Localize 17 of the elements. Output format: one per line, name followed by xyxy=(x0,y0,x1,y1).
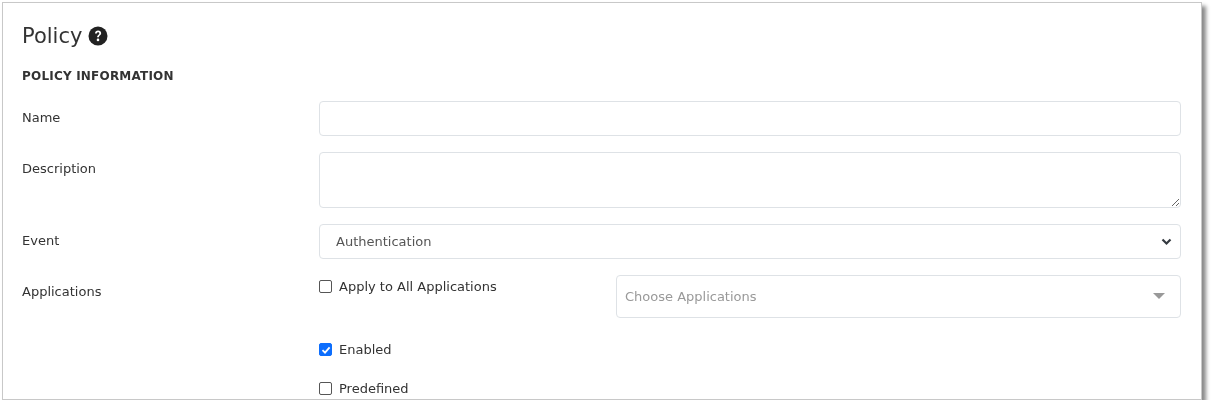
page-title: Policy xyxy=(22,24,83,48)
field-label: Name xyxy=(22,109,62,127)
caret-down-icon xyxy=(1153,293,1165,300)
field-label: Description xyxy=(22,160,98,178)
checkbox-label: Enabled xyxy=(339,342,392,357)
check-icon xyxy=(320,344,331,355)
dropdown[interactable]: Authentication xyxy=(319,224,1181,259)
section-heading: POLICY INFORMATION xyxy=(22,69,175,83)
checkbox-label: Apply to All Applications xyxy=(339,279,497,294)
chevron-down-icon xyxy=(1161,237,1172,246)
checkbox[interactable] xyxy=(319,280,332,293)
checkbox[interactable] xyxy=(319,343,332,356)
checkbox-label: Predefined xyxy=(339,381,409,396)
checkbox[interactable] xyxy=(319,382,332,395)
help-icon xyxy=(88,26,109,46)
field-label: Applications xyxy=(22,283,103,301)
field-label: Event xyxy=(22,232,61,250)
